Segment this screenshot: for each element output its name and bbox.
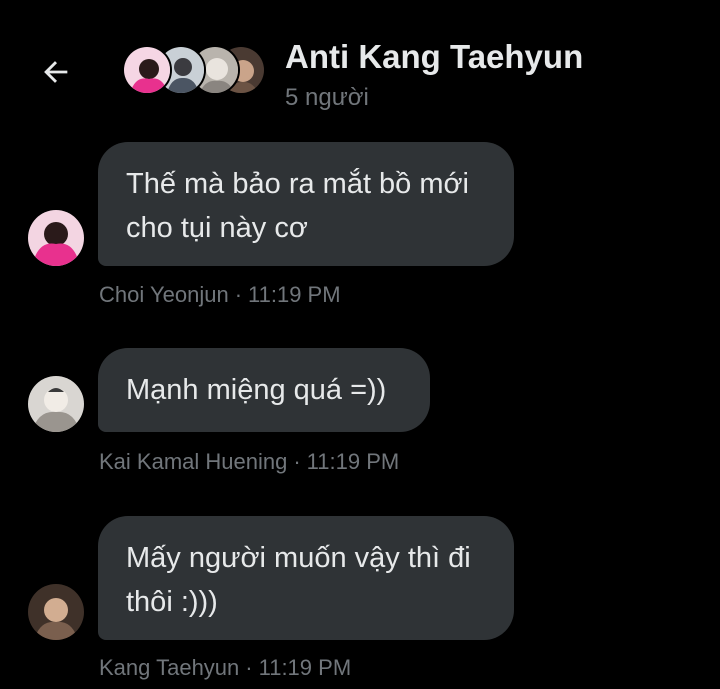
message-text: Thế mà bảo ra mắt bồ mới cho tụi này cơ: [126, 168, 469, 244]
message-bubble[interactable]: Mấy người muốn vậy thì đi thôi :))): [98, 516, 514, 640]
sender-avatar[interactable]: [28, 584, 84, 640]
message-text: Mạnh miệng quá =)): [126, 374, 387, 406]
meta-separator: ·: [293, 449, 301, 474]
conversation-header: Anti Kang Taehyun 5 người: [0, 0, 720, 130]
message-time: 11:19 PM: [248, 282, 341, 307]
message-bubble[interactable]: Mạnh miệng quá =)): [98, 348, 430, 432]
meta-separator: ·: [245, 655, 253, 680]
message-text: Mấy người muốn vậy thì đi thôi :))): [126, 542, 471, 618]
message-time: 11:19 PM: [258, 655, 352, 680]
arrow-left-icon: [44, 61, 68, 83]
conversation-title[interactable]: Anti Kang Taehyun: [285, 38, 583, 76]
meta-separator: ·: [234, 282, 243, 307]
sender-name[interactable]: Kang Taehyun: [99, 655, 239, 680]
sender-name[interactable]: Kai Kamal Huening: [99, 449, 287, 474]
back-button[interactable]: [36, 52, 76, 92]
sender-avatar[interactable]: [28, 210, 84, 266]
group-avatar-stack[interactable]: [122, 45, 266, 99]
message-bubble[interactable]: Thế mà bảo ra mắt bồ mới cho tụi này cơ: [98, 142, 514, 266]
sender-avatar[interactable]: [28, 376, 84, 432]
sender-name[interactable]: Choi Yeonjun: [99, 282, 229, 307]
member-count: 5 người: [285, 84, 369, 111]
group-member-avatar: [122, 45, 172, 95]
message-time: 11:19 PM: [306, 449, 400, 474]
message-meta: Choi Yeonjun · 11:19 PM: [99, 282, 341, 308]
message-meta: Kai Kamal Huening · 11:19 PM: [99, 449, 399, 475]
message-meta: Kang Taehyun · 11:19 PM: [99, 655, 351, 681]
